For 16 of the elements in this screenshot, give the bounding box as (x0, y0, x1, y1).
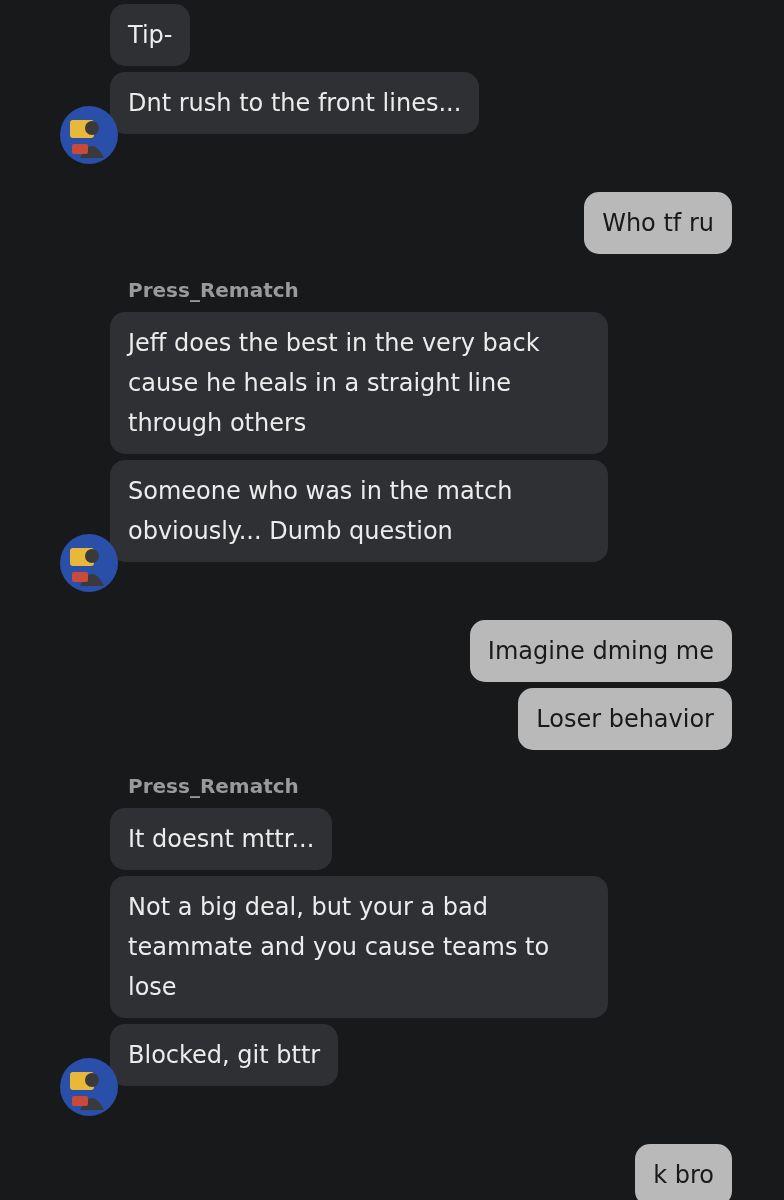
received-message: Dnt rush to the front lines... (110, 72, 480, 134)
avatar-icon[interactable] (60, 534, 118, 592)
avatar-icon[interactable] (60, 106, 118, 164)
sender-name: Press_Rematch (128, 278, 299, 302)
sent-message: Loser behavior (518, 688, 732, 750)
sent-message: Who tf ru (584, 192, 732, 254)
received-message: Blocked, git bttr (110, 1024, 339, 1086)
received-message: It doesnt mttr... (110, 808, 333, 870)
received-message: Tip- (110, 4, 191, 66)
sender-name: Press_Rematch (128, 774, 299, 798)
received-message: Jeff does the best in the very back cause he heals in a straight line through others (110, 312, 608, 454)
sent-message: Imagine dming me (469, 620, 732, 682)
sent-message: k bro (635, 1144, 732, 1200)
received-message: Not a big deal, but your a bad teammate and you cause teams to lose (110, 876, 608, 1018)
received-message: Someone who was in the match obviously... Dumb question (110, 460, 608, 562)
avatar-icon[interactable] (60, 1058, 118, 1116)
